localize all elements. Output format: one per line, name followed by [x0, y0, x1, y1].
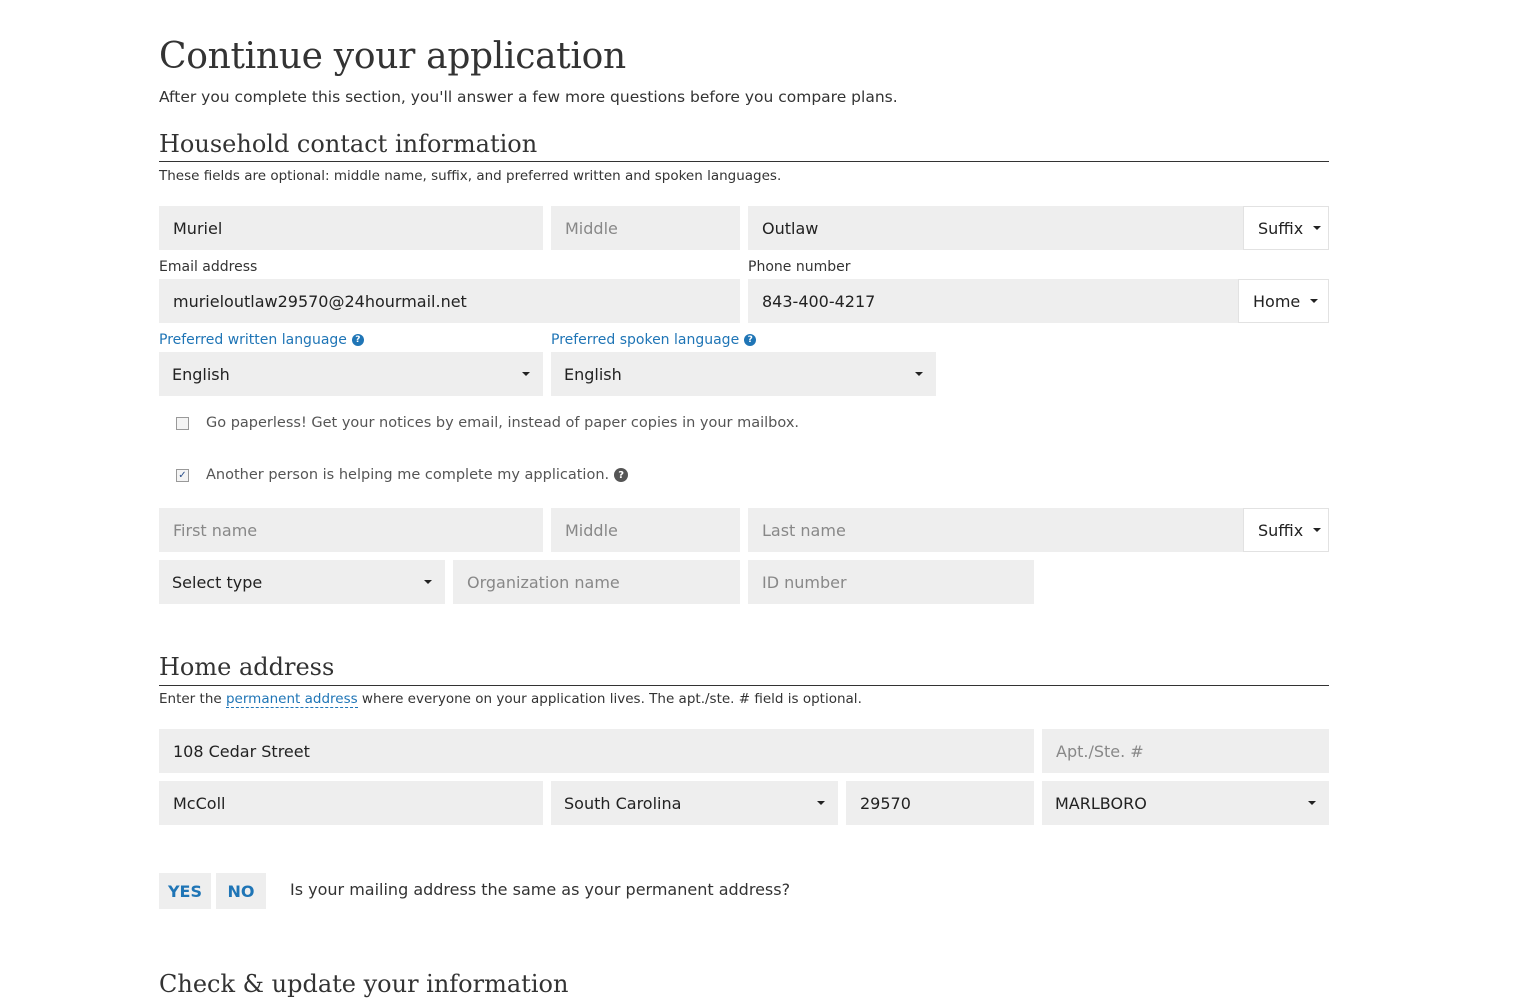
city-input[interactable]: [159, 781, 543, 825]
id-number-input[interactable]: [748, 560, 1034, 604]
helper-text: Another person is helping me complete my…: [206, 467, 610, 483]
help-icon[interactable]: ?: [744, 334, 757, 346]
first-name-input[interactable]: [159, 206, 543, 250]
caret-down-icon: [915, 372, 923, 376]
apt-input[interactable]: [1042, 729, 1329, 773]
organization-name-input[interactable]: [453, 560, 740, 604]
phone-label: Phone number: [748, 259, 851, 275]
last-name-input[interactable]: [748, 206, 1243, 250]
page-title: Continue your application: [159, 36, 626, 77]
helper-checkbox[interactable]: ✓: [176, 468, 189, 482]
spoken-language-select[interactable]: English: [551, 352, 936, 396]
contact-optional-note: These fields are optional: middle name, …: [159, 168, 782, 184]
written-language-value: English: [172, 364, 230, 384]
caret-down-icon: [1313, 226, 1322, 230]
caret-down-icon: [817, 801, 825, 805]
contact-heading: Household contact information: [159, 130, 538, 158]
page-lead: After you complete this section, you'll …: [159, 88, 898, 106]
caret-down-icon: [522, 372, 530, 376]
spoken-language-value: English: [564, 364, 622, 384]
helper-text-wrap: Another person is helping me complete my…: [206, 467, 629, 483]
written-language-label[interactable]: Preferred written language ?: [159, 332, 364, 348]
helper-last-name-input[interactable]: [748, 508, 1243, 552]
helper-type-value: Select type: [172, 572, 263, 592]
address-note-after: where everyone on your application lives…: [357, 691, 862, 707]
county-select[interactable]: MARLBORO: [1042, 781, 1329, 825]
caret-down-icon: [1310, 299, 1319, 303]
street-input[interactable]: [159, 729, 1034, 773]
helper-row: ✓ Another person is helping me complete …: [176, 465, 876, 485]
permanent-address-link[interactable]: permanent address: [225, 691, 358, 708]
address-heading-rule: [159, 685, 1329, 686]
caret-down-icon: [1308, 801, 1316, 805]
phone-type-label: Home: [1253, 291, 1301, 311]
zip-input[interactable]: [846, 781, 1034, 825]
paperless-checkbox[interactable]: [176, 416, 189, 430]
mailing-yes-button[interactable]: YES: [159, 873, 211, 909]
middle-name-input[interactable]: [551, 206, 740, 250]
written-language-select[interactable]: English: [159, 352, 543, 396]
helper-suffix-dropdown[interactable]: Suffix: [1243, 508, 1329, 552]
address-note: Enter the permanent address where everyo…: [159, 691, 862, 708]
helper-middle-name-input[interactable]: [551, 508, 740, 552]
mailing-no-button[interactable]: NO: [216, 873, 266, 909]
phone-type-dropdown[interactable]: Home: [1238, 279, 1329, 323]
contact-heading-rule: [159, 161, 1329, 162]
help-icon[interactable]: ?: [351, 334, 364, 346]
paperless-row: Go paperless! Get your notices by email,…: [176, 413, 876, 433]
suffix-label: Suffix: [1258, 218, 1304, 238]
check-update-heading: Check & update your information: [159, 970, 569, 998]
state-value: South Carolina: [564, 793, 682, 813]
help-icon[interactable]: ?: [614, 468, 629, 482]
email-label: Email address: [159, 259, 258, 275]
mailing-question: Is your mailing address the same as your…: [290, 880, 791, 899]
phone-input[interactable]: [748, 279, 1238, 323]
paperless-text: Go paperless! Get your notices by email,…: [206, 415, 800, 431]
state-select[interactable]: South Carolina: [551, 781, 838, 825]
suffix-dropdown[interactable]: Suffix: [1243, 206, 1329, 250]
caret-down-icon: [424, 580, 432, 584]
caret-down-icon: [1313, 528, 1322, 532]
helper-type-select[interactable]: Select type: [159, 560, 445, 604]
helper-suffix-label: Suffix: [1258, 520, 1304, 540]
email-input[interactable]: [159, 279, 740, 323]
county-value: MARLBORO: [1055, 793, 1147, 813]
helper-first-name-input[interactable]: [159, 508, 543, 552]
spoken-language-label[interactable]: Preferred spoken language ?: [551, 332, 757, 348]
address-heading: Home address: [159, 653, 335, 681]
spoken-language-label-text: Preferred spoken language: [551, 332, 740, 348]
address-note-before: Enter the: [159, 691, 226, 707]
written-language-label-text: Preferred written language: [159, 332, 347, 348]
